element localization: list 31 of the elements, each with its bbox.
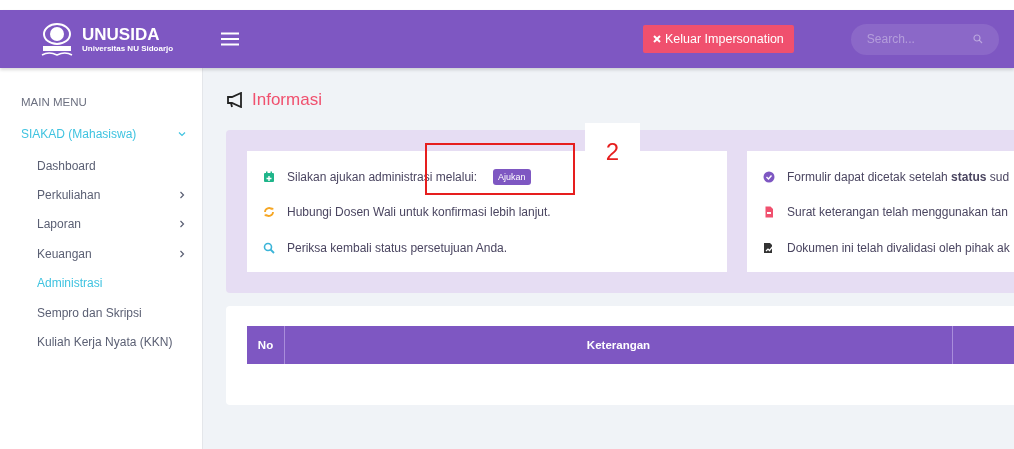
page-title: Informasi: [252, 90, 322, 110]
file-icon: [763, 206, 775, 219]
info-text: Surat keterangan telah menggunakan tan: [787, 205, 1008, 220]
sync-icon: [263, 206, 275, 219]
brand-name: UNUSIDA: [82, 25, 161, 44]
info-text: Dokumen ini telah divalidasi oleh pihak ak: [787, 240, 1010, 255]
column-header: No: [247, 325, 285, 364]
menu-item[interactable]: Keuangan: [37, 246, 92, 261]
close-icon: [653, 35, 661, 43]
chevron-down-icon: [178, 130, 186, 138]
menu-heading: MAIN MENU: [21, 96, 88, 108]
submit-button[interactable]: Ajukan: [493, 168, 531, 185]
menu-item[interactable]: Perkuliahan: [37, 188, 101, 203]
calendar-plus-icon: [263, 170, 275, 183]
check-circle-icon: [763, 170, 775, 183]
menu-icon[interactable]: [221, 32, 239, 46]
exit-impersonation-button[interactable]: Keluar Impersonation: [643, 25, 794, 53]
menu-item[interactable]: Kuliah Kerja Nyata (KKN): [37, 335, 173, 350]
info-text: Periksa kembali status persetujuan Anda.: [287, 240, 508, 255]
info-text: Formulir dapat dicetak setelah status sud: [787, 169, 1010, 184]
search-icon: [263, 241, 275, 254]
column-header: Keterangan: [284, 325, 953, 364]
chevron-right-icon: [178, 220, 186, 229]
menu-item[interactable]: Dashboard: [37, 158, 96, 173]
menu-item[interactable]: Laporan: [37, 217, 82, 232]
brand-subtitle: Universitas NU Sidoarjo: [82, 43, 174, 53]
info-text: Hubungi Dosen Wali untuk konfirmasi lebih lanjut.: [287, 205, 551, 220]
chevron-right-icon: [178, 249, 186, 258]
menu-item[interactable]: Sempro dan Skripsi: [37, 305, 142, 320]
chevron-right-icon: [178, 191, 186, 200]
signature-icon: [763, 241, 775, 254]
